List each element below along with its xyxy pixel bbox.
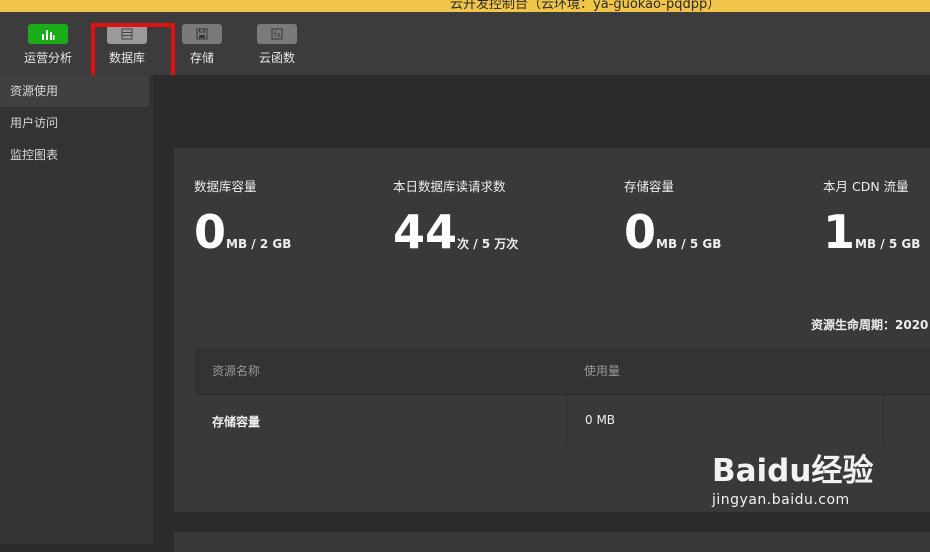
stat-title: 存储容量 (624, 179, 675, 194)
table-row: 存储容量 0 MB (195, 394, 930, 445)
column-header-usage: 使用量 (584, 364, 621, 378)
resource-lifecycle-label: 资源生命周期：2020 (811, 318, 929, 332)
sidebar: 资源使用 用户访问 监控图表 (0, 75, 153, 544)
stat-unit: 次 / 5 万次 (457, 237, 519, 251)
resource-table: 资源名称 使用量 存储容量 0 MB (195, 348, 930, 445)
title-bar: 云开发控制台（云环境：ya-guokao-pqdpp） (0, 0, 930, 12)
toolbar: 运营分析 数据库 存储 fx 云函数 (0, 12, 930, 91)
stat-title: 数据库容量 (194, 179, 257, 194)
stat-value: 44 (393, 205, 458, 259)
watermark-url: jingyan.baidu.com (712, 492, 850, 508)
stat-title: 本月 CDN 流量 (823, 179, 909, 194)
stat-value: 1 (823, 205, 856, 259)
stat-storage-capacity: 存储容量 0MB / 5 GB (624, 176, 721, 255)
watermark: Baidu经验 jingyan.baidu.com (712, 445, 912, 525)
bar-chart-icon (28, 24, 68, 44)
stat-title: 本日数据库读请求数 (393, 179, 506, 194)
tool-storage[interactable]: 存储 (172, 24, 232, 66)
tool-cloud-function[interactable]: fx 云函数 (247, 24, 307, 66)
column-header-name: 资源名称 (212, 364, 261, 378)
tool-label: 存储 (189, 51, 214, 65)
stat-db-read-requests: 本日数据库读请求数 44次 / 5 万次 (393, 176, 518, 255)
tool-operations-analysis[interactable]: 运营分析 (18, 24, 78, 66)
column-divider (883, 395, 884, 445)
stat-cdn-traffic: 本月 CDN 流量 1MB / 5 GB (823, 176, 920, 255)
secondary-card (174, 532, 930, 552)
tool-label: 云函数 (258, 51, 295, 65)
stat-value: 0 (194, 205, 227, 259)
stat-unit: MB / 5 GB (656, 237, 722, 251)
column-divider (566, 395, 567, 445)
sidebar-item-user-access[interactable]: 用户访问 (0, 107, 149, 139)
watermark-brand: Baidu经验 (712, 453, 874, 489)
save-icon (182, 24, 222, 44)
row-usage-value: 0 MB (585, 413, 616, 427)
svg-text:fx: fx (274, 31, 281, 39)
tool-label: 运营分析 (23, 51, 72, 65)
stat-unit: MB / 5 GB (855, 237, 921, 251)
sidebar-item-resource-usage[interactable]: 资源使用 (0, 75, 149, 107)
table-header: 资源名称 使用量 (195, 348, 930, 394)
row-resource-name: 存储容量 (212, 415, 261, 429)
stat-value: 0 (624, 205, 657, 259)
stat-database-capacity: 数据库容量 0MB / 2 GB (194, 176, 291, 255)
sidebar-item-monitoring-charts[interactable]: 监控图表 (0, 139, 149, 171)
function-icon: fx (257, 24, 297, 44)
stat-unit: MB / 2 GB (226, 237, 292, 251)
window-title: 云开发控制台（云环境：ya-guokao-pqdpp） (450, 0, 721, 12)
